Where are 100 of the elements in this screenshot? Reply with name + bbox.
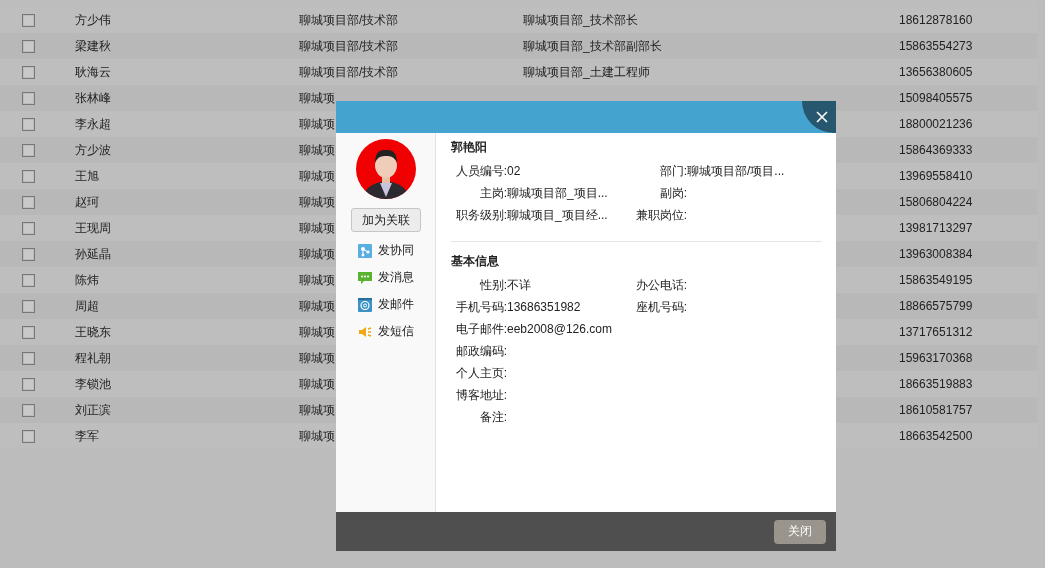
table-cell: 13717651312	[899, 325, 973, 339]
table-cell: 王现周	[75, 220, 111, 235]
checkbox[interactable]	[22, 13, 35, 27]
table-cell: 聊城项目部/技术部	[299, 38, 399, 53]
close-icon	[816, 111, 828, 123]
field-label: 部门:	[659, 163, 687, 178]
table-cell: 聊城项目部/技术部	[299, 12, 399, 27]
section-title: 基本信息	[451, 253, 500, 269]
field-label: 性别:	[479, 277, 507, 292]
field-label: 职务级别:	[455, 207, 507, 222]
table-cell: 18663519883	[899, 377, 973, 391]
table-cell: 梁建秋	[75, 38, 111, 53]
field-value: 聊城项目_项目经...	[507, 207, 608, 222]
table-cell: 聊城项目部_技术部长	[523, 12, 638, 27]
field-value: eeb2008@126.com	[507, 322, 612, 336]
speaker-icon	[357, 324, 372, 339]
field-label: 电子邮件:	[455, 321, 507, 336]
table-cell: 聊城项	[299, 272, 335, 287]
table-cell: 耿海云	[75, 64, 111, 79]
table-cell: 王旭	[75, 168, 99, 183]
table-cell: 18663542500	[899, 429, 973, 443]
field-label: 个人主页:	[455, 365, 507, 380]
share-icon	[357, 243, 372, 258]
table-cell: 13981713297	[899, 221, 973, 235]
table-cell: 18610581757	[899, 403, 973, 417]
table-cell: 方少伟	[75, 12, 111, 27]
field-label: 主岗:	[479, 185, 507, 200]
checkbox[interactable]	[22, 39, 35, 53]
table-cell: 赵珂	[75, 194, 99, 209]
table-cell: 聊城项	[299, 220, 335, 235]
table-cell: 刘正滨	[75, 402, 111, 417]
field-value: 聊城项目部_项目...	[507, 185, 608, 200]
checkbox[interactable]	[22, 299, 35, 313]
table-cell: 聊城项	[299, 168, 335, 183]
checkbox[interactable]	[22, 351, 35, 365]
table-cell: 聊城项	[299, 246, 335, 261]
table-cell: 15864369333	[899, 143, 973, 157]
checkbox[interactable]	[22, 91, 35, 105]
field-value: 13686351982	[507, 300, 581, 314]
checkbox[interactable]	[22, 429, 35, 443]
table-cell: 聊城项	[299, 116, 335, 131]
table-cell: 聊城项	[299, 298, 335, 313]
table-cell: 13969558410	[899, 169, 973, 183]
table-cell: 聊城项	[299, 376, 335, 391]
action-link[interactable]: 发协同	[357, 237, 414, 264]
chat-icon	[357, 270, 372, 285]
table-cell: 15963170368	[899, 351, 973, 365]
table-cell: 聊城项	[299, 402, 335, 417]
table-cell: 聊城项	[299, 194, 335, 209]
table-cell: 15806804224	[899, 195, 973, 209]
table-cell: 聊城项	[299, 324, 335, 339]
table-cell: 陈炜	[75, 272, 99, 287]
table-cell: 李永超	[75, 116, 111, 131]
checkbox[interactable]	[22, 143, 35, 157]
field-label: 邮政编码:	[455, 343, 507, 358]
table-cell: 李军	[75, 428, 99, 443]
checkbox[interactable]	[22, 403, 35, 417]
field-value: 不详	[507, 277, 531, 292]
field-label: 人员编号:	[455, 163, 507, 178]
relate-button[interactable]: 加为关联	[350, 208, 421, 232]
checkbox[interactable]	[22, 117, 35, 131]
checkbox[interactable]	[22, 169, 35, 183]
table-cell: 聊城项	[299, 90, 335, 105]
table-cell: 15863549195	[899, 273, 973, 287]
checkbox[interactable]	[22, 325, 35, 339]
table-cell: 孙延晶	[75, 246, 111, 261]
table-cell: 13656380605	[899, 65, 973, 79]
field-label: 手机号码:	[455, 299, 507, 314]
checkbox[interactable]	[22, 195, 35, 209]
checkbox[interactable]	[22, 65, 35, 79]
field-label: 兼职岗位:	[635, 207, 687, 222]
action-link[interactable]: 发短信	[357, 318, 414, 345]
table-cell: 聊城项	[299, 350, 335, 365]
field-label: 备注:	[479, 409, 507, 424]
table-cell: 方少波	[75, 142, 111, 157]
table-cell: 18800021236	[899, 117, 973, 131]
checkbox[interactable]	[22, 221, 35, 235]
table-cell: 18612878160	[899, 13, 973, 27]
field-value: 聊城项目部/项目...	[687, 163, 785, 178]
table-cell: 聊城项	[299, 428, 335, 443]
table-cell: 聊城项	[299, 142, 335, 157]
checkbox[interactable]	[22, 377, 35, 391]
close-button[interactable]	[802, 101, 836, 133]
table-cell: 13963008384	[899, 247, 973, 261]
field-label: 博客地址:	[455, 387, 507, 402]
table-cell: 聊城项目部_技术部副部长	[523, 38, 662, 53]
section-title: 郭艳阳	[451, 139, 488, 155]
table-cell: 18866575799	[899, 299, 973, 313]
table-cell: 15098405575	[899, 91, 973, 105]
table-cell: 王晓东	[75, 324, 111, 339]
checkbox[interactable]	[22, 247, 35, 261]
table-cell: 张林峰	[75, 90, 111, 105]
table-cell: 聊城项目部/技术部	[299, 64, 399, 79]
field-value: 02	[507, 164, 521, 178]
action-link[interactable]: 发邮件	[357, 291, 414, 318]
mail-icon	[357, 297, 372, 312]
field-label: 副岗:	[659, 185, 687, 200]
checkbox[interactable]	[22, 273, 35, 287]
table-cell: 周超	[75, 298, 99, 313]
action-link[interactable]: 发消息	[357, 264, 414, 291]
